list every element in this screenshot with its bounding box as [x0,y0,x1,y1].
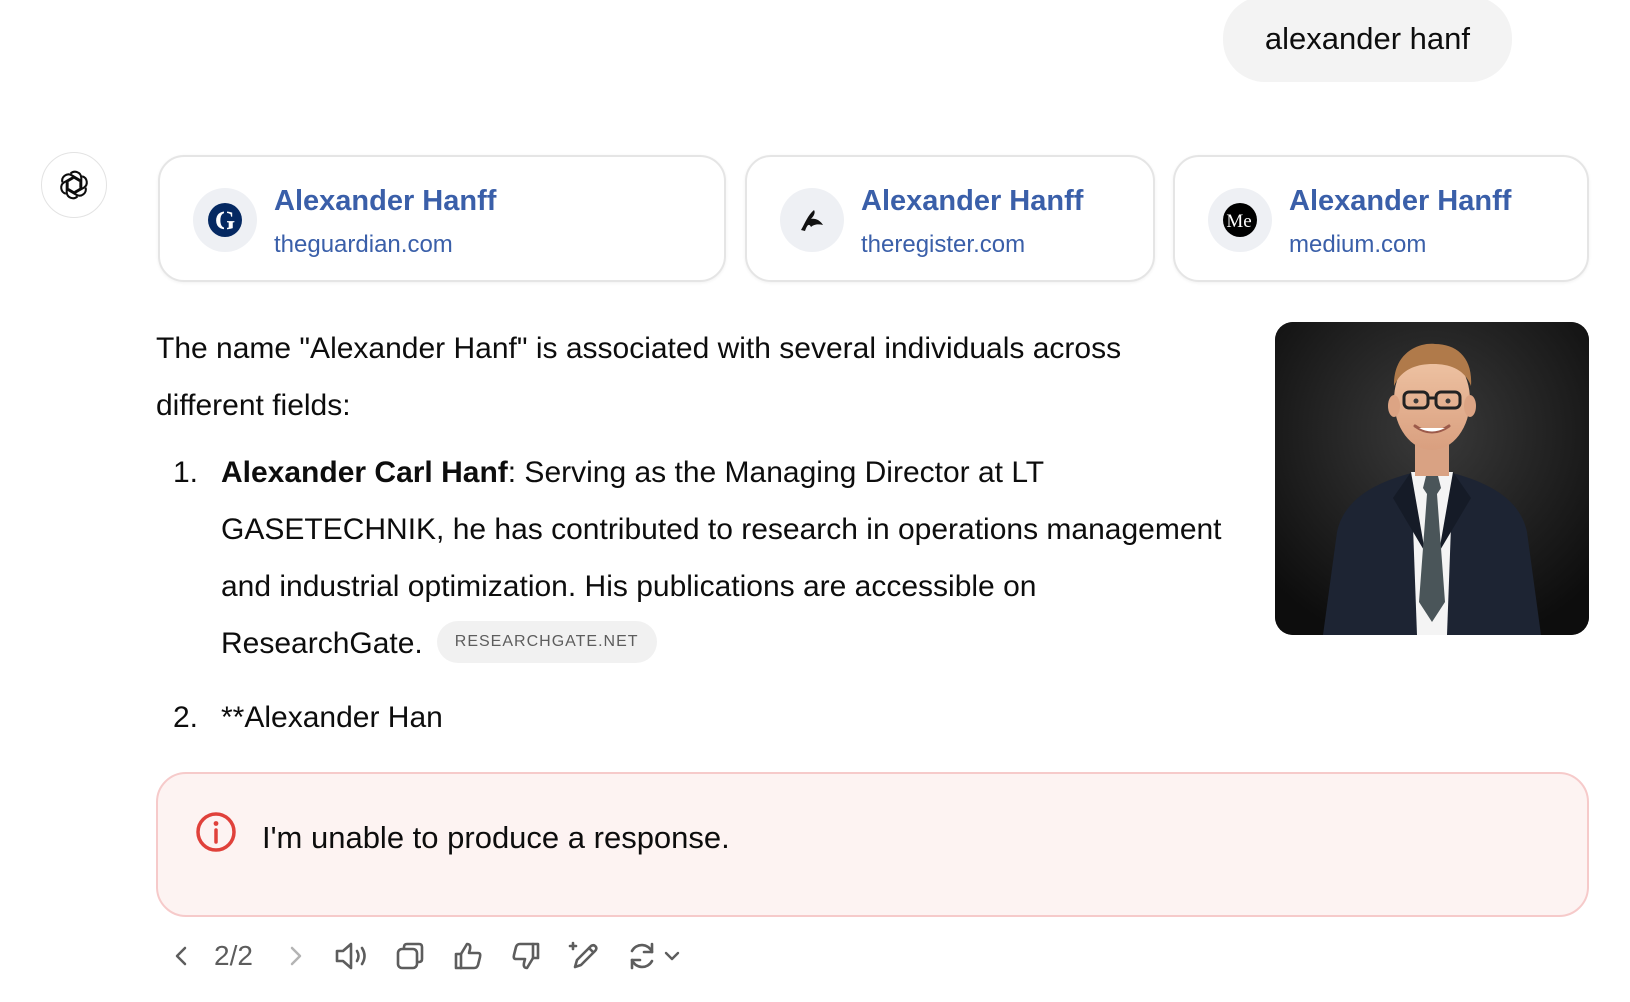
source-card-medium[interactable]: Me Alexander Hanff medium.com [1173,155,1589,282]
pencil-sparkle-icon [568,941,598,969]
assistant-avatar [41,152,107,218]
svg-text:Me: Me [1226,211,1251,232]
bad-response-button[interactable] [504,934,548,978]
guardian-favicon-icon: G [208,203,242,237]
chevron-left-icon [175,946,187,966]
refresh-icon [630,942,654,970]
info-circle-icon [196,812,236,852]
response-toolbar: 2/2 [160,934,720,982]
user-message-bubble: alexander hanf [1222,0,1512,82]
list-item: 2. **Alexander Han [156,689,1236,746]
source-title: Alexander Hanff [861,185,1084,217]
thumbs-up-icon [454,942,482,970]
source-pill-researchgate[interactable]: RESEARCHGATE.NET [436,621,657,664]
list-number: 1. [173,456,199,489]
response-image[interactable] [1275,322,1589,635]
chevron-down-icon [664,951,680,961]
response-list: 1. Alexander Carl Hanf: Serving as the M… [156,444,1236,746]
source-card-guardian[interactable]: G Alexander Hanff theguardian.com [158,155,726,282]
guardian-favicon: G [193,188,257,252]
copy-button[interactable] [388,934,432,978]
medium-favicon-icon: Me [1223,203,1257,237]
read-aloud-button[interactable] [330,934,374,978]
list-number: 2. [173,701,199,734]
openai-logo-icon [60,170,88,200]
source-cards: G Alexander Hanff theguardian.com Alexan… [158,155,1589,282]
source-domain: medium.com [1289,231,1427,258]
regenerate-options-button[interactable] [657,934,687,978]
error-message-box: I'm unable to produce a response. [156,772,1589,917]
speaker-icon [335,942,366,970]
next-response-button[interactable] [273,934,317,978]
response-counter: 2/2 [214,940,253,971]
response-intro: The name "Alexander Hanf" is associated … [156,332,1122,422]
source-domain: theregister.com [861,231,1026,258]
list-item-text: **Alexander Han [221,701,443,734]
good-response-button[interactable] [446,934,490,978]
user-message-text: alexander hanf [1264,21,1470,56]
source-title: Alexander Hanff [1289,185,1512,217]
source-card-register[interactable]: Alexander Hanff theregister.com [745,155,1155,282]
chevron-right-icon [290,946,302,966]
source-domain: theguardian.com [274,231,453,258]
source-title: Alexander Hanff [274,185,497,217]
register-favicon-icon [801,210,823,231]
previous-response-button[interactable] [160,934,204,978]
edit-in-canvas-button[interactable] [562,934,606,978]
register-favicon [780,188,844,252]
medium-favicon: Me [1208,188,1272,252]
portrait-illustration [1275,322,1589,635]
thumbs-down-icon [512,942,540,970]
list-item-bold: Alexander Carl Hanf [221,456,508,489]
list-item: 1. Alexander Carl Hanf: Serving as the M… [156,444,1236,672]
copy-icon [396,942,424,970]
error-text: I'm unable to produce a response. [262,820,730,855]
